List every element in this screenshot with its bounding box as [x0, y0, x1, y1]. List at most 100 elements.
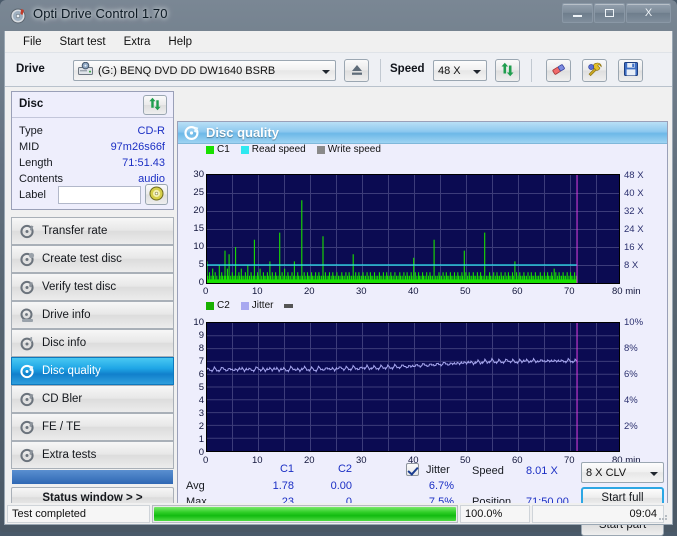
disc-panel-header: Disc — [12, 92, 173, 118]
sidebar-item-label: Disc info — [42, 337, 87, 349]
disc-type-label: Type — [19, 125, 43, 137]
client-area: File Start test Extra Help Drive (G:) BE… — [4, 31, 673, 536]
speed-select[interactable]: 48 X — [433, 60, 487, 81]
disc-contents-label: Contents — [19, 173, 64, 185]
status-bar: Test completed 100.0% 09:04 — [4, 503, 673, 525]
window-controls: X — [562, 3, 671, 23]
chart2-plot — [206, 322, 620, 452]
legend-label-c2: C2 — [217, 300, 230, 311]
toolbar: Drive (G:) BENQ DVD DD DW1640 BSRB Speed… — [5, 52, 672, 87]
results-col-c2: C2 — [337, 463, 352, 475]
chart2-ytick-4: 4 — [198, 395, 204, 406]
sidebar-item-label: Verify test disc — [42, 281, 117, 293]
tools-icon — [587, 62, 603, 80]
sidebar-item-disc-quality[interactable]: Disc quality — [11, 357, 174, 385]
legend-label-write-speed: Write speed — [327, 144, 381, 155]
write-speed-select[interactable]: 8 X CLV — [581, 462, 664, 483]
disc-length-label: Length — [19, 157, 53, 169]
refresh-button[interactable] — [495, 59, 520, 82]
disc-bler-icon — [20, 392, 35, 407]
close-button[interactable]: X — [626, 3, 671, 23]
refresh-icon — [500, 62, 515, 80]
chevron-down-icon — [650, 472, 658, 476]
main-panel: Disc quality C1 Read speed Write speed 3… — [177, 121, 669, 536]
sidebar-item-cd-bler[interactable]: CD Bler — [11, 385, 174, 413]
chart1-y2tick-32: 32 X — [624, 206, 644, 217]
sidebar-item-label: FE / TE — [42, 421, 81, 433]
window-title: Opti Drive Control 1.70 — [33, 6, 168, 21]
chart1-xtick-60: 60 — [512, 286, 523, 297]
disc-label-button[interactable] — [145, 184, 168, 205]
c1-read-speed-chart: C1 Read speed Write speed 30 25 20 15 10… — [178, 144, 669, 297]
chart1-xtick-10: 10 — [252, 286, 263, 297]
drive-label: Drive — [16, 63, 45, 75]
maximize-button[interactable] — [594, 3, 625, 23]
legend-swatch-jitter — [240, 301, 249, 310]
chart2-ytick-7: 7 — [198, 356, 204, 367]
disc-extra-icon — [20, 448, 35, 463]
sidebar-item-label: Extra tests — [42, 449, 97, 461]
disc-info-icon — [20, 336, 35, 351]
sidebar-item-transfer-rate[interactable]: Transfer rate — [11, 217, 174, 245]
speed-info-value: 8.01 X — [526, 465, 558, 477]
chart2-y2tick-10: 10% — [624, 317, 644, 328]
chart2-y2tick-2: 2% — [624, 421, 638, 432]
chart1-legend: C1 Read speed Write speed — [206, 144, 381, 155]
drive-info-icon — [20, 308, 35, 323]
menu-file[interactable]: File — [14, 33, 51, 51]
resize-grip-icon[interactable] — [657, 510, 669, 522]
chart1-xtick-30: 30 — [356, 286, 367, 297]
chart2-ytick-10: 10 — [193, 317, 204, 328]
save-icon — [623, 62, 638, 79]
sidebar-item-extra-tests[interactable]: Extra tests — [11, 441, 174, 469]
sidebar-item-label: Transfer rate — [42, 225, 108, 237]
chart2-y2tick-8: 8% — [624, 343, 638, 354]
chart1-y2tick-40: 40 X — [624, 188, 644, 199]
menu-start-test[interactable]: Start test — [51, 33, 115, 51]
chart2-ytick-0: 0 — [198, 447, 204, 458]
chart1-y2tick-24: 24 X — [624, 224, 644, 235]
speed-info-label: Speed — [472, 465, 504, 477]
erase-button[interactable] — [546, 59, 571, 82]
sidebar-item-fe-te[interactable]: FE / TE — [11, 413, 174, 441]
chart2-ytick-1: 1 — [198, 434, 204, 445]
chart2-ytick-5: 5 — [198, 382, 204, 393]
drive-select[interactable]: (G:) BENQ DVD DD DW1640 BSRB — [73, 60, 336, 81]
disc-refresh-button[interactable] — [143, 95, 167, 115]
disc-label-input[interactable] — [58, 186, 141, 204]
eject-button[interactable] — [344, 59, 369, 82]
sidebar-item-label: Create test disc — [42, 253, 122, 265]
chart1-xtick-40: 40 — [408, 286, 419, 297]
chart1-y2tick-16: 16 X — [624, 242, 644, 253]
sidebar-item-drive-info[interactable]: Drive info — [11, 301, 174, 329]
progress-percent: 100.0% — [460, 504, 530, 523]
disc-info-panel: Disc Type CD-R MID 97m26s66f Length 71:5… — [11, 91, 174, 210]
sidebar-item-label: CD Bler — [42, 393, 83, 405]
eraser-icon — [551, 62, 567, 80]
chevron-down-icon — [473, 70, 481, 74]
results-row-avg-label: Avg — [186, 480, 205, 492]
menu-help[interactable]: Help — [159, 33, 201, 51]
chart1-xtick-70: 70 — [564, 286, 575, 297]
chart1-ytick-25: 25 — [193, 187, 204, 198]
minimize-button[interactable] — [562, 3, 593, 23]
tools-button[interactable] — [582, 59, 607, 82]
chart1-y2tick-48: 48 X — [624, 170, 644, 181]
menu-extra[interactable]: Extra — [115, 33, 160, 51]
disc-verify-icon — [20, 280, 35, 295]
chart2-ytick-2: 2 — [198, 421, 204, 432]
save-button[interactable] — [618, 59, 643, 82]
disc-type-value: CD-R — [137, 125, 166, 137]
main-panel-header: Disc quality — [178, 122, 667, 144]
jitter-checkbox[interactable] — [406, 463, 419, 476]
chart1-ytick-30: 30 — [193, 169, 204, 180]
chart1-ytick-15: 15 — [193, 223, 204, 234]
chart1-ytick-20: 20 — [193, 205, 204, 216]
sidebar-item-disc-info[interactable]: Disc info — [11, 329, 174, 357]
disc-fete-icon — [20, 420, 35, 435]
sidebar-item-verify-test-disc[interactable]: Verify test disc — [11, 273, 174, 301]
app-window: Opti Drive Control 1.70 X File Start tes… — [0, 0, 677, 536]
disc-label-label: Label — [19, 189, 46, 201]
sidebar-item-label: Disc quality — [42, 365, 101, 377]
sidebar-item-create-test-disc[interactable]: Create test disc — [11, 245, 174, 273]
